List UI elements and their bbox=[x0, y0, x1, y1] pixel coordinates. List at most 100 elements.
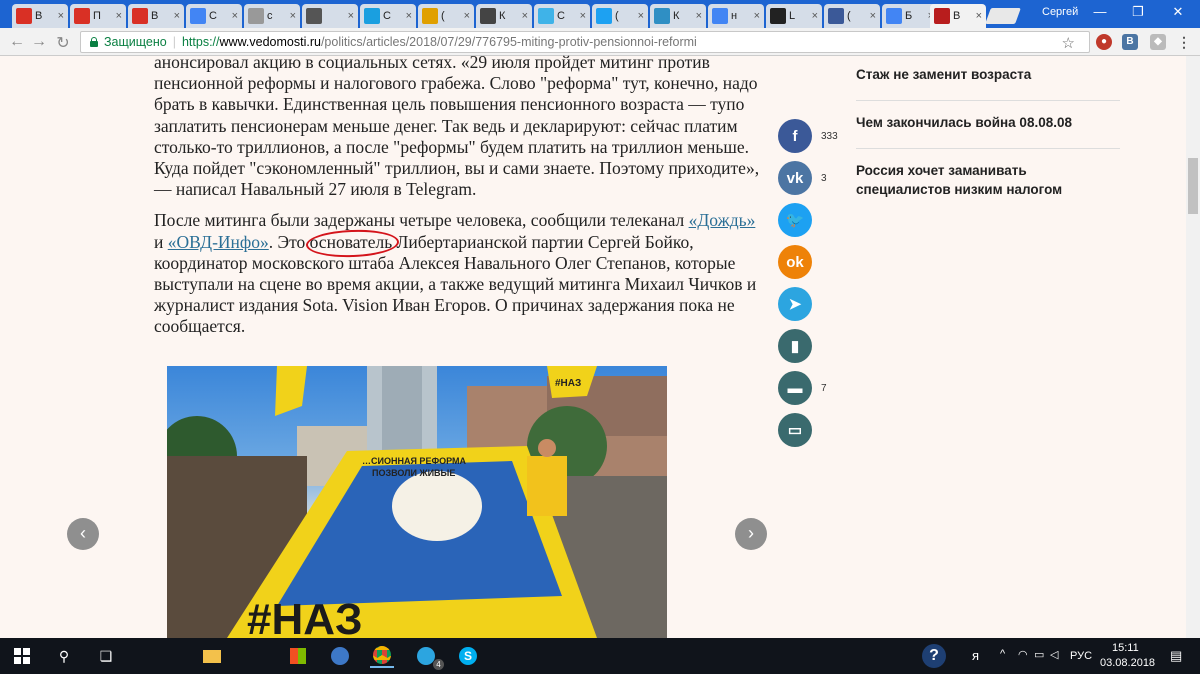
close-window-button[interactable]: ✕ bbox=[1164, 4, 1192, 20]
browser-tab[interactable]: В × bbox=[12, 4, 68, 28]
browser-tab[interactable]: L × bbox=[766, 4, 822, 28]
help-icon[interactable]: ? bbox=[922, 644, 946, 668]
new-tab-button[interactable] bbox=[985, 8, 1021, 24]
close-tab-icon[interactable]: × bbox=[696, 10, 702, 22]
print-icon[interactable]: ▭ bbox=[778, 413, 812, 447]
zen-icon bbox=[538, 8, 554, 24]
tab-title: В bbox=[151, 10, 159, 22]
sidebar-news-item[interactable]: Стаж не заменит возраста bbox=[856, 65, 1120, 84]
close-tab-icon[interactable]: × bbox=[812, 10, 818, 22]
gallery-next-button[interactable]: › bbox=[735, 518, 767, 550]
clock-time[interactable]: 15:11 bbox=[1112, 642, 1139, 654]
close-tab-icon[interactable]: × bbox=[290, 10, 296, 22]
facebook-icon bbox=[828, 8, 844, 24]
close-tab-icon[interactable]: × bbox=[174, 10, 180, 22]
telegram-icon[interactable]: 4 bbox=[414, 644, 444, 670]
bookmark-icon[interactable]: ▮ bbox=[778, 329, 812, 363]
vk-icon[interactable]: vk bbox=[778, 161, 812, 195]
input-language[interactable]: РУС bbox=[1070, 650, 1092, 662]
article-photo: …СИОННАЯ РЕФОРМА ПОЗВОЛИ ЖИВЫЕ #НАЗ #НАЗ bbox=[167, 366, 667, 638]
close-tab-icon[interactable]: × bbox=[232, 10, 238, 22]
close-tab-icon[interactable]: × bbox=[348, 10, 354, 22]
windows-taskbar: ⚲ ❏ 4 S ? я ^ ◠ ▭ ◁ РУС 15:11 03.08.2018… bbox=[0, 638, 1200, 674]
windows-start-icon[interactable] bbox=[10, 644, 34, 668]
browser-tab[interactable]: (× bbox=[418, 4, 474, 28]
paragraph-text: . Это bbox=[268, 231, 310, 252]
close-tab-icon[interactable]: × bbox=[58, 10, 64, 22]
page-icon bbox=[248, 8, 264, 24]
tab-title: н bbox=[731, 10, 738, 22]
store-icon[interactable] bbox=[286, 644, 310, 668]
browser-tab[interactable]: × bbox=[302, 4, 358, 28]
browser-tab[interactable]: (× bbox=[592, 4, 648, 28]
extension-icon[interactable]: ◆ bbox=[1150, 34, 1166, 50]
tab-title: ( bbox=[441, 10, 445, 22]
tab-title: ( bbox=[847, 10, 851, 22]
dozhd-link[interactable]: «Дождь» bbox=[689, 210, 756, 230]
profile-button[interactable]: Сергей bbox=[1042, 6, 1078, 18]
close-tab-icon[interactable]: × bbox=[638, 10, 644, 22]
clock-date[interactable]: 03.08.2018 bbox=[1100, 657, 1155, 669]
reload-button[interactable]: ↻ bbox=[54, 33, 72, 53]
forward-button[interactable]: → bbox=[30, 33, 48, 51]
comment-icon[interactable]: ▬ bbox=[778, 371, 812, 405]
article-paragraph: анонсировал акцию в социальных сетях. «2… bbox=[154, 52, 760, 200]
browser-tab[interactable]: С × bbox=[186, 4, 242, 28]
browser-tab[interactable]: В × bbox=[128, 4, 184, 28]
task-view-icon[interactable]: ❏ bbox=[94, 644, 118, 668]
sidebar-news-item[interactable]: Россия хочет заманивать специалистов низ… bbox=[856, 161, 1120, 199]
telegram-icon[interactable]: ➤ bbox=[778, 287, 812, 321]
close-tab-icon[interactable]: × bbox=[116, 10, 122, 22]
close-tab-icon[interactable]: × bbox=[976, 10, 982, 22]
share-count: 333 bbox=[821, 131, 838, 142]
minimize-button[interactable]: — bbox=[1086, 4, 1114, 19]
close-tab-icon[interactable]: × bbox=[406, 10, 412, 22]
volume-icon[interactable]: ◁ bbox=[1050, 648, 1058, 661]
browser-tab[interactable]: С × bbox=[360, 4, 416, 28]
google-icon bbox=[712, 8, 728, 24]
ovd-info-link[interactable]: «ОВД-Инфо» bbox=[168, 232, 269, 252]
browser-tab[interactable]: В × bbox=[930, 4, 986, 28]
close-tab-icon[interactable]: × bbox=[870, 10, 876, 22]
chrome-icon[interactable] bbox=[370, 644, 394, 668]
notifications-icon[interactable]: ▤ bbox=[1170, 648, 1182, 664]
browser-tab[interactable]: К × bbox=[650, 4, 706, 28]
browser-tab[interactable]: П × bbox=[70, 4, 126, 28]
thunderbird-icon[interactable] bbox=[328, 644, 352, 668]
browser-tab[interactable]: К × bbox=[476, 4, 532, 28]
tab-title: В bbox=[953, 10, 961, 22]
file-explorer-icon[interactable] bbox=[200, 644, 224, 668]
twitter-icon bbox=[596, 8, 612, 24]
close-tab-icon[interactable]: × bbox=[754, 10, 760, 22]
back-button[interactable]: ← bbox=[8, 33, 26, 51]
scrollbar-thumb[interactable] bbox=[1188, 158, 1198, 214]
browser-tab[interactable]: н × bbox=[708, 4, 764, 28]
gallery-prev-button[interactable]: ‹ bbox=[67, 518, 99, 550]
bookmark-star-icon[interactable]: ☆ bbox=[1062, 34, 1075, 52]
menu-icon[interactable]: ⋮ bbox=[1176, 34, 1192, 50]
close-tab-icon[interactable]: × bbox=[464, 10, 470, 22]
address-bar[interactable]: Защищено | https:// www.vedomosti.ru /po… bbox=[80, 31, 1090, 53]
facebook-icon[interactable]: f bbox=[778, 119, 812, 153]
search-icon[interactable]: ⚲ bbox=[52, 644, 76, 668]
yandex-tray[interactable]: я bbox=[972, 648, 979, 663]
twitter-icon[interactable]: 🐦 bbox=[778, 203, 812, 237]
browser-tab[interactable]: С × bbox=[534, 4, 590, 28]
maximize-button[interactable]: ❐ bbox=[1124, 4, 1152, 20]
battery-icon[interactable]: ▭ bbox=[1034, 648, 1044, 661]
browser-tab[interactable]: с × bbox=[244, 4, 300, 28]
browser-tab[interactable]: (× bbox=[824, 4, 880, 28]
sidebar-news-item[interactable]: Чем закончилась война 08.08.08 bbox=[856, 113, 1120, 132]
sidebar-divider bbox=[856, 100, 1120, 101]
vk-extension-icon[interactable]: B bbox=[1122, 34, 1138, 50]
page-scrollbar[interactable] bbox=[1186, 56, 1200, 638]
skype-icon[interactable]: S bbox=[456, 644, 480, 668]
gmail-icon bbox=[16, 8, 32, 24]
close-tab-icon[interactable]: × bbox=[522, 10, 528, 22]
odnoklassniki-icon[interactable]: ok bbox=[778, 245, 812, 279]
tab-title: L bbox=[789, 10, 796, 22]
network-icon[interactable]: ◠ bbox=[1018, 648, 1028, 661]
close-tab-icon[interactable]: × bbox=[580, 10, 586, 22]
adblock-extension-icon[interactable]: ● bbox=[1096, 34, 1112, 50]
tray-chevron-icon[interactable]: ^ bbox=[1000, 648, 1005, 660]
